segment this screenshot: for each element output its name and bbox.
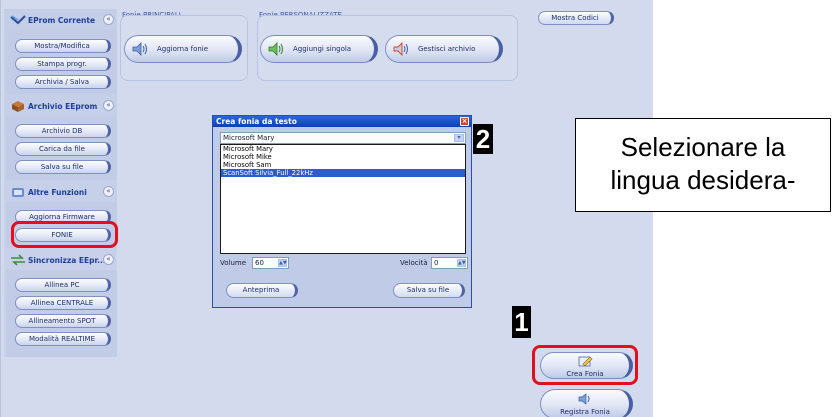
section-body: Archivio DB Carica da file Salva su file — [6, 116, 117, 180]
stepper-arrows-icon[interactable]: ▲▼ — [457, 259, 466, 267]
speaker-archive-icon — [392, 40, 410, 58]
speaker-icon — [577, 393, 593, 408]
step-badge-2: 2 — [473, 124, 493, 154]
speed-value: 0 — [434, 259, 439, 267]
eprom-icon — [8, 12, 28, 28]
dialog-titlebar[interactable]: Crea fonia da testo × — [213, 116, 471, 127]
add-speaker-icon — [267, 40, 285, 58]
mostra-codici-button[interactable]: Mostra Codici — [538, 11, 614, 25]
sync-arrows-icon — [8, 252, 28, 268]
dialog-title: Crea fonia da testo — [216, 117, 297, 126]
allinea-centrale-button[interactable]: Allinea CENTRALE — [15, 296, 111, 310]
aggiorna-fonie-button[interactable]: Aggiorna fonie — [124, 35, 242, 63]
stampa-progr-button[interactable]: Stampa progr. — [15, 57, 111, 71]
sidebar: EProm Corrente « Mostra/Modifica Stampa … — [4, 9, 117, 357]
voice-option[interactable]: Microsoft Sam — [221, 161, 465, 169]
section-body: Mostra/Modifica Stampa progr. Archivia /… — [6, 30, 117, 94]
button-label: Aggiorna fonie — [157, 45, 209, 53]
button-label: Registra Fonia — [560, 408, 610, 416]
highlight-frame-fonie — [11, 221, 118, 248]
section-title: Archivio EEprom — [28, 101, 98, 111]
carica-da-file-button[interactable]: Carica da file — [15, 142, 111, 156]
volume-stepper[interactable]: 60 ▲▼ — [252, 257, 289, 269]
volume-label: Volume — [220, 259, 247, 267]
speed-label: Velocità — [400, 259, 428, 267]
callout-line: Selezionare la — [620, 132, 786, 162]
allinea-pc-button[interactable]: Allinea PC — [15, 278, 111, 292]
step-badge-1: 1 — [512, 306, 531, 338]
gestisci-archivio-button[interactable]: Gestisci archivio — [385, 35, 503, 63]
section-title: Altre Funzioni — [28, 187, 87, 197]
archive-box-icon — [8, 98, 28, 114]
section-title: Sincronizza EEpr... — [28, 255, 106, 265]
modalita-realtime-button[interactable]: Modalità REALTIME — [15, 332, 111, 346]
voice-dropdown-list: Microsoft Mary Microsoft Mike Microsoft … — [220, 144, 466, 254]
speaker-icon — [131, 40, 149, 58]
collapse-icon[interactable]: « — [103, 254, 114, 265]
collapse-icon[interactable]: « — [103, 100, 114, 111]
collapse-icon[interactable]: « — [103, 14, 114, 25]
mostra-modifica-button[interactable]: Mostra/Modifica — [15, 39, 111, 53]
anteprima-button[interactable]: Anteprima — [226, 283, 298, 298]
highlight-frame-crea-fonia — [532, 345, 638, 385]
aggiungi-singola-button[interactable]: Aggiungi singola — [260, 35, 378, 63]
collapse-icon[interactable]: « — [103, 186, 114, 197]
section-header-eprom-corrente[interactable]: EProm Corrente « — [8, 11, 116, 29]
archivia-salva-button[interactable]: Archivia / Salva — [15, 75, 111, 89]
archivio-db-button[interactable]: Archivio DB — [15, 124, 111, 138]
volume-value: 60 — [255, 259, 264, 267]
callout-line: lingua desidera- — [610, 165, 796, 195]
salva-su-file-dialog-button[interactable]: Salva su file — [393, 283, 465, 298]
section-header-sincronizza[interactable]: Sincronizza EEpr... « — [8, 251, 116, 269]
button-label: Aggiungi singola — [293, 45, 352, 53]
section-header-archivio-eeprom[interactable]: Archivio EEprom « — [8, 97, 116, 115]
voice-option-highlighted[interactable]: ScanSoft Silvia_Full_22kHz — [221, 169, 465, 177]
stepper-arrows-icon[interactable]: ▲▼ — [278, 259, 287, 267]
speed-stepper[interactable]: 0 ▲▼ — [431, 257, 468, 269]
voice-select-value: Microsoft Mary — [223, 134, 275, 142]
registra-fonia-button[interactable]: Registra Fonia — [540, 389, 633, 417]
button-label: Gestisci archivio — [418, 45, 476, 53]
allineamento-spot-button[interactable]: Allineamento SPOT — [15, 314, 111, 328]
group-fonie-principali: Aggiorna fonie — [120, 15, 248, 81]
section-title: EProm Corrente — [28, 15, 96, 25]
salva-su-file-button[interactable]: Salva su file — [15, 160, 111, 174]
instruction-callout: Selezionare la lingua desidera- — [575, 118, 831, 212]
voice-select[interactable]: Microsoft Mary ▾ — [220, 132, 466, 144]
voice-option[interactable]: Microsoft Mary — [221, 145, 465, 153]
crea-fonia-dialog: Crea fonia da testo × Microsoft Mary ▾ M… — [212, 115, 472, 308]
section-header-altre-funzioni[interactable]: Altre Funzioni « — [8, 183, 116, 201]
tools-icon — [8, 184, 28, 200]
section-body: Allinea PC Allinea CENTRALE Allineamento… — [6, 270, 117, 357]
chevron-down-icon[interactable]: ▾ — [454, 134, 464, 142]
group-fonie-personalizzate: Aggiungi singola Gestisci archivio — [257, 15, 518, 81]
voice-option[interactable]: Microsoft Mike — [221, 153, 465, 161]
close-icon[interactable]: × — [460, 117, 469, 126]
